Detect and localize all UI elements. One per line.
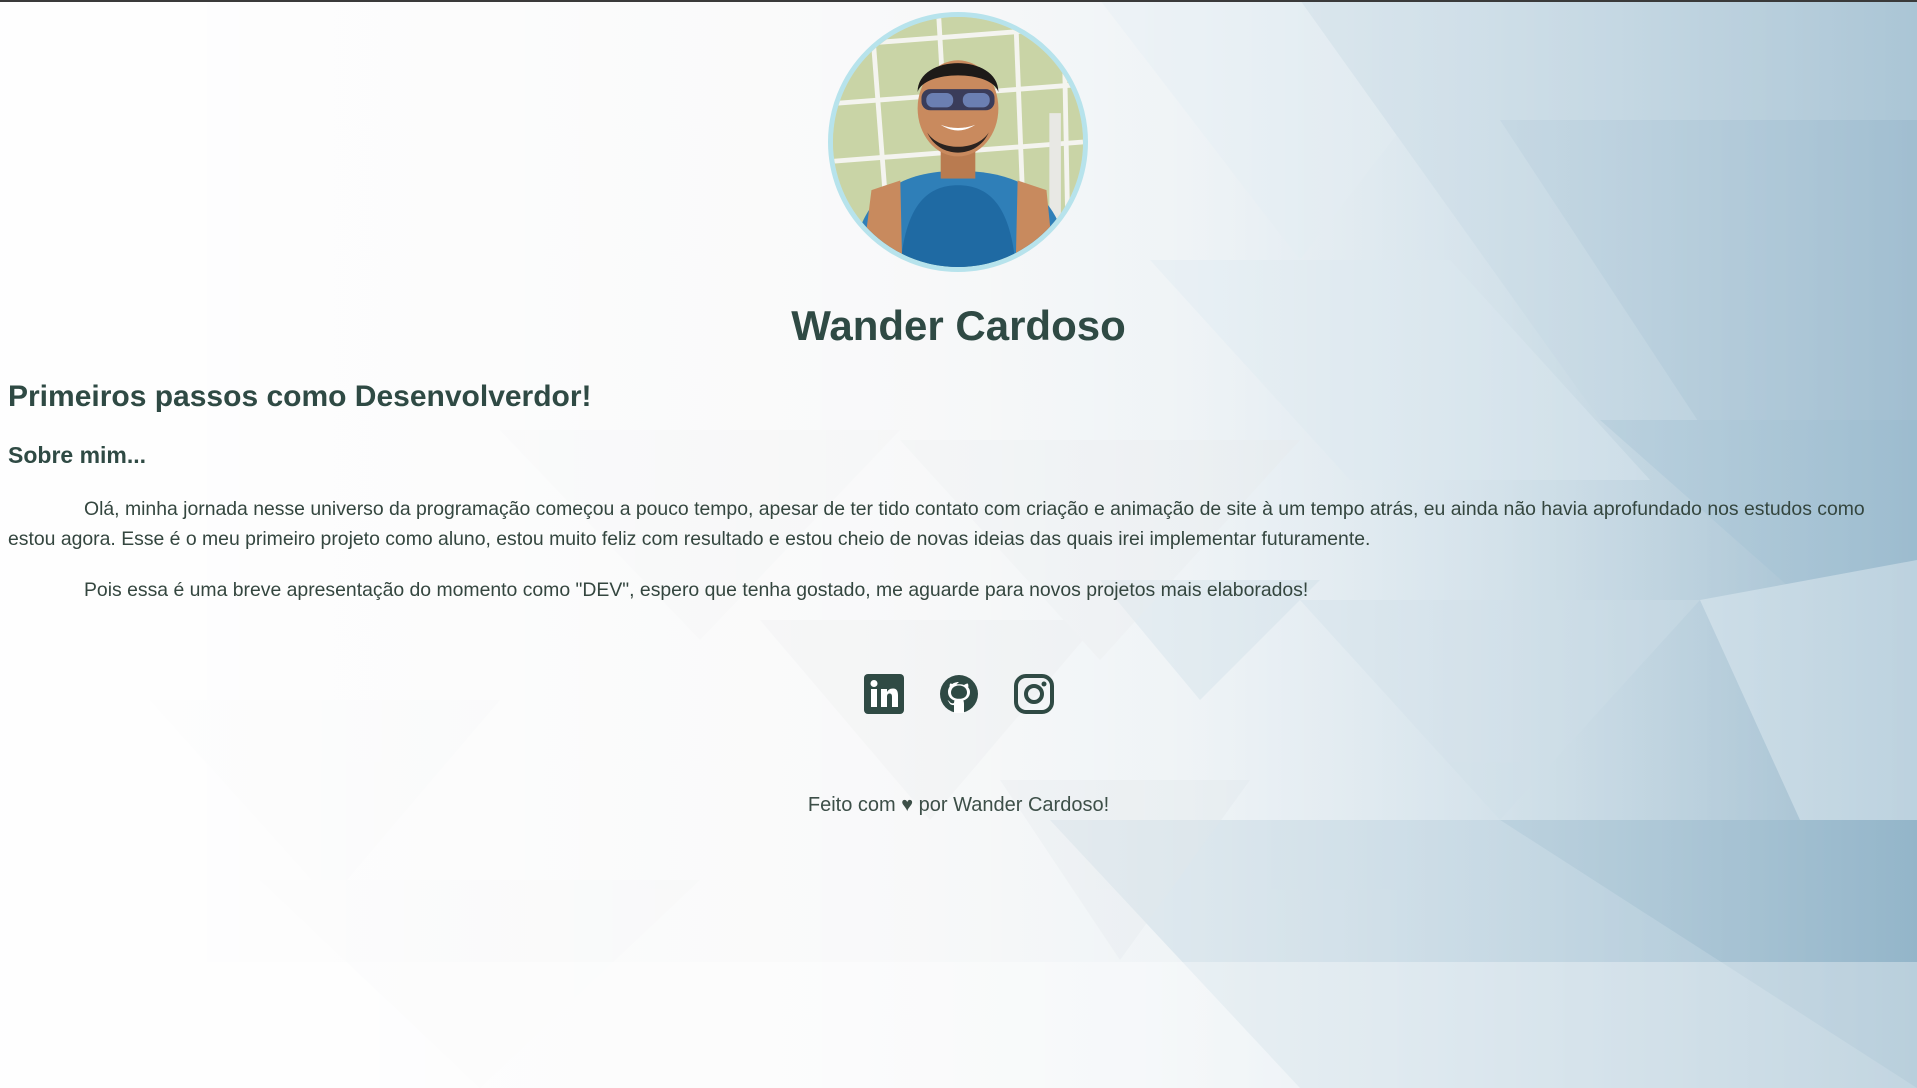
linkedin-icon [864, 674, 904, 714]
top-border [0, 0, 1917, 2]
github-icon [940, 675, 978, 713]
about-paragraph: Pois essa é uma breve apresentação do mo… [84, 579, 1309, 601]
social-links [860, 673, 1060, 717]
about-section-title: Sobre mim... [8, 442, 147, 468]
profile-photo [828, 12, 1088, 272]
about-paragraph: Olá, minha jornada nesse universo da pro… [8, 498, 1865, 550]
page-headline: Primeiros passos como Desenvolverdor! [8, 380, 592, 413]
instagram-link[interactable] [1013, 673, 1055, 715]
linkedin-link[interactable] [863, 673, 905, 715]
profile-name: Wander Cardoso [791, 302, 1126, 349]
github-link[interactable] [938, 673, 980, 715]
instagram-icon [1014, 674, 1054, 714]
footer-credit: Feito com ♥ por Wander Cardoso! [807, 794, 1110, 816]
